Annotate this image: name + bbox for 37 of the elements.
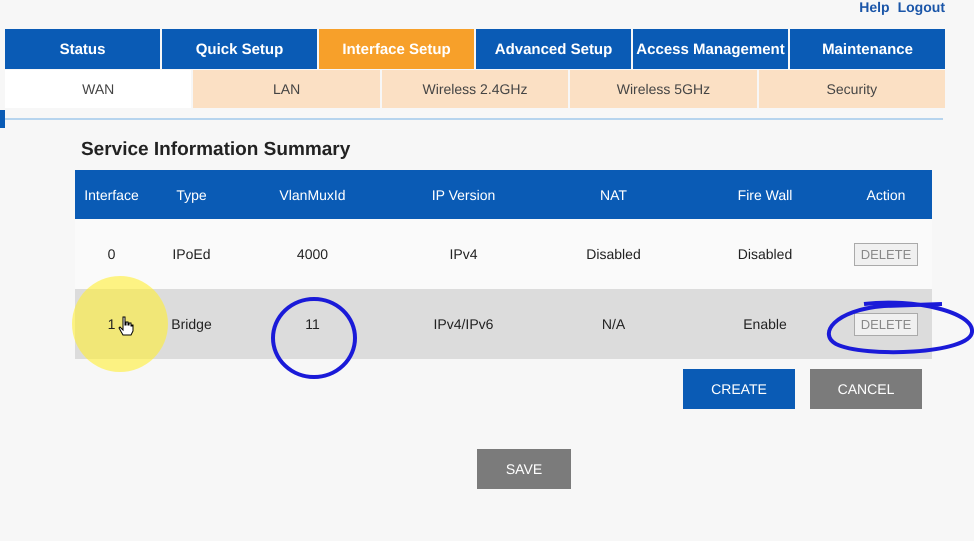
column-header: Fire Wall bbox=[736, 186, 794, 202]
hand-cursor-icon bbox=[118, 316, 134, 336]
column-header: Action bbox=[866, 186, 906, 202]
table-cell: Enable bbox=[743, 316, 787, 332]
table-cell: 1 bbox=[108, 316, 116, 332]
table-cell: Disabled bbox=[738, 246, 792, 262]
table-cell: IPoEd bbox=[172, 246, 211, 262]
table-cell: N/A bbox=[602, 316, 626, 332]
sub-tab[interactable]: LAN bbox=[193, 70, 380, 108]
table-cell: 0 bbox=[108, 246, 116, 262]
header-link[interactable]: Help bbox=[859, 0, 890, 14]
column-header: VlanMuxId bbox=[278, 186, 347, 202]
sub-tab[interactable]: Wireless 2.4GHz bbox=[382, 70, 568, 108]
section-title: Service Information Summary bbox=[81, 139, 352, 161]
column-header: IP Version bbox=[430, 186, 496, 202]
column-header: Interface bbox=[83, 186, 140, 202]
table-cell: IPv4 bbox=[449, 246, 478, 262]
side-marker bbox=[0, 110, 5, 128]
header-link[interactable]: Logout bbox=[898, 0, 945, 14]
nav-tab[interactable]: Quick Setup bbox=[162, 29, 317, 69]
nav-tab[interactable]: Advanced Setup bbox=[476, 29, 631, 69]
sub-tab[interactable]: WAN bbox=[5, 70, 192, 108]
cancel-button[interactable]: CANCEL bbox=[810, 369, 922, 409]
table-cell: IPv4/IPv6 bbox=[434, 316, 494, 332]
save-button[interactable]: SAVE bbox=[477, 449, 571, 489]
nav-tab[interactable]: Access Management bbox=[633, 29, 788, 69]
nav-tab[interactable]: Maintenance bbox=[790, 29, 945, 69]
table-cell: 4000 bbox=[296, 246, 328, 262]
column-header: NAT bbox=[599, 186, 628, 202]
sub-tab[interactable]: Security bbox=[758, 70, 946, 108]
sub-tab[interactable]: Wireless 5GHz bbox=[570, 70, 757, 108]
table-cell: Disabled bbox=[586, 246, 641, 262]
column-header: Type bbox=[175, 186, 208, 202]
create-button[interactable]: CREATE bbox=[683, 369, 795, 409]
table-cell: 11 bbox=[305, 316, 320, 332]
table-cell: Bridge bbox=[171, 316, 212, 332]
nav-tab[interactable]: Status bbox=[5, 29, 160, 69]
